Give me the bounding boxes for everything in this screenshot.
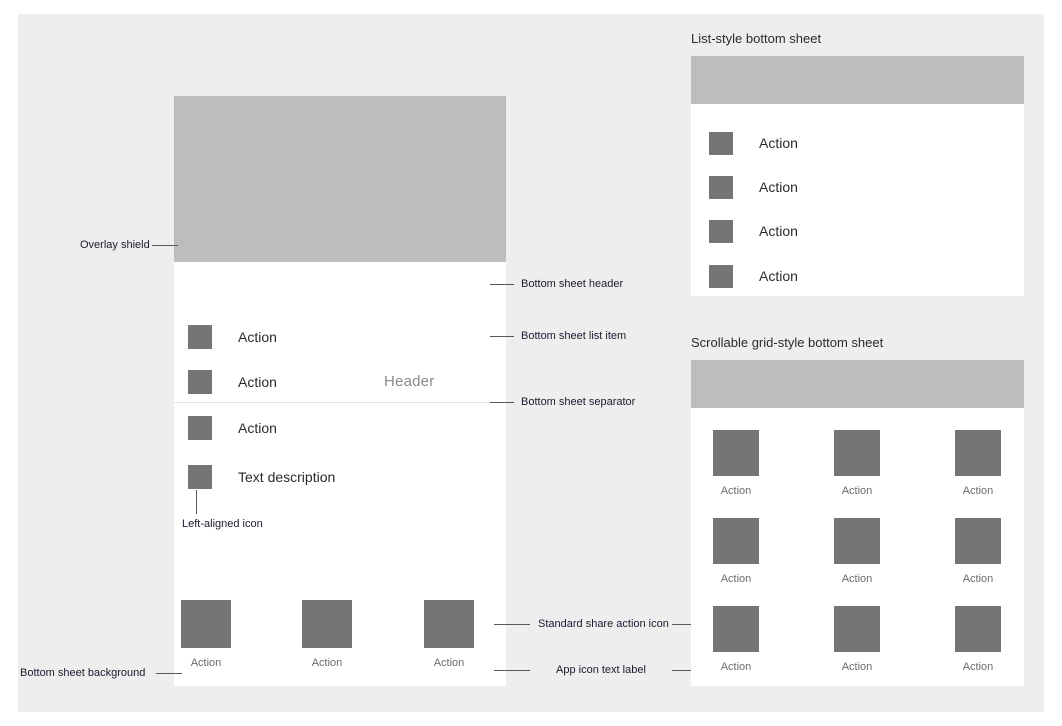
bottom-sheet-list-item[interactable]: Action <box>174 368 506 404</box>
grid-style-bottom-sheet: Action Action Action Action Action Actio… <box>691 360 1024 686</box>
leader-line-bottom-sheet-separator <box>490 402 514 403</box>
left-aligned-icon <box>188 465 212 489</box>
grid-sheet-title: Scrollable grid-style bottom sheet <box>691 335 884 350</box>
list-item-icon <box>188 325 212 349</box>
list-item-label: Text description <box>238 469 336 485</box>
app-icon-text-label: Action <box>962 485 994 497</box>
app-icon-text-label: Action <box>720 661 752 673</box>
app-icon-text-label: Action <box>962 661 994 673</box>
standard-share-action-icon <box>181 600 231 648</box>
list-item-icon <box>709 220 733 243</box>
grid-action-cell[interactable]: Action <box>825 430 889 497</box>
annotation-left-aligned-icon: Left-aligned icon <box>182 518 263 530</box>
standard-share-action-icon <box>834 606 880 652</box>
app-icon-text-label: Action <box>720 485 752 497</box>
annotation-standard-share-action-icon: Standard share action icon <box>538 618 669 630</box>
grid-action-cell[interactable]: Action <box>704 606 768 673</box>
list-sheet-title: List-style bottom sheet <box>691 31 822 46</box>
leader-line-standard-share-action-icon <box>494 624 530 625</box>
standard-share-action-icon <box>955 518 1001 564</box>
list-item[interactable]: Action <box>691 132 1024 162</box>
standard-share-action-icon <box>424 600 474 648</box>
list-item[interactable]: Action <box>691 265 1024 295</box>
list-item[interactable]: Action <box>691 220 1024 250</box>
app-icon-text-label: Action <box>720 573 752 585</box>
standard-share-action-icon <box>955 430 1001 476</box>
list-item-label: Action <box>759 268 798 284</box>
annotation-bottom-sheet-separator: Bottom sheet separator <box>521 396 636 408</box>
grid-action-cell[interactable]: Action <box>946 606 1010 673</box>
leader-line-bottom-sheet-background <box>156 673 182 674</box>
annotation-bottom-sheet-header: Bottom sheet header <box>521 278 624 290</box>
grid-action-cell[interactable]: Action <box>825 606 889 673</box>
annotation-bottom-sheet-list-item: Bottom sheet list item <box>521 330 627 342</box>
standard-share-action-icon <box>713 606 759 652</box>
list-item-icon <box>188 416 212 440</box>
app-icon-text-label: Action <box>841 485 873 497</box>
list-item-icon <box>709 132 733 155</box>
bottom-sheet-list-item[interactable]: Text description <box>174 463 506 499</box>
app-icon-text-label: Action <box>433 657 465 669</box>
annotation-app-icon-text-label: App icon text label <box>556 664 646 676</box>
list-item-icon <box>709 176 733 199</box>
standard-share-action-icon <box>713 430 759 476</box>
list-item-label: Action <box>238 374 277 390</box>
grid-action-cell[interactable]: Action <box>704 430 768 497</box>
standard-share-action-icon <box>834 518 880 564</box>
app-icon-text-label: Action <box>841 573 873 585</box>
list-item[interactable]: Action <box>691 176 1024 206</box>
list-item-label: Action <box>759 179 798 195</box>
leader-line-bottom-sheet-header <box>490 284 514 285</box>
standard-share-action-icon <box>955 606 1001 652</box>
overlay-shield <box>691 360 1024 408</box>
share-action-item[interactable]: Action <box>406 600 492 669</box>
bottom-sheet-list-item[interactable]: Action <box>174 323 506 359</box>
list-item-label: Action <box>759 223 798 239</box>
standard-share-action-icon <box>834 430 880 476</box>
list-item-label: Action <box>238 329 277 345</box>
app-icon-text-label: Action <box>311 657 343 669</box>
app-icon-text-label: Action <box>190 657 222 669</box>
bottom-sheet-list-item[interactable]: Action <box>174 414 506 450</box>
overlay-shield <box>691 56 1024 104</box>
leader-line-left-aligned-icon <box>196 490 197 514</box>
list-item-icon <box>188 370 212 394</box>
app-icon-text-label: Action <box>962 573 994 585</box>
share-action-item[interactable]: Action <box>163 600 249 669</box>
grid-action-cell[interactable]: Action <box>825 518 889 585</box>
list-style-bottom-sheet: Action Action Action Action <box>691 56 1024 296</box>
standard-share-action-icon <box>302 600 352 648</box>
standard-share-action-icon <box>713 518 759 564</box>
app-icon-text-label: Action <box>841 661 873 673</box>
grid-action-cell[interactable]: Action <box>704 518 768 585</box>
bottom-sheet-mock: Header Action Action Action Text descrip… <box>174 96 506 686</box>
list-item-label: Action <box>238 420 277 436</box>
list-item-label: Action <box>759 135 798 151</box>
annotation-bottom-sheet-background: Bottom sheet background <box>20 667 146 679</box>
annotation-overlay-shield: Overlay shield <box>80 239 150 251</box>
list-item-icon <box>709 265 733 288</box>
leader-line-overlay-shield <box>152 245 178 246</box>
grid-action-cell[interactable]: Action <box>946 518 1010 585</box>
leader-line-bottom-sheet-list-item <box>490 336 514 337</box>
grid-action-cell[interactable]: Action <box>946 430 1010 497</box>
overlay-shield <box>174 96 506 262</box>
leader-line-app-icon-text-label <box>494 670 530 671</box>
share-action-item[interactable]: Action <box>284 600 370 669</box>
